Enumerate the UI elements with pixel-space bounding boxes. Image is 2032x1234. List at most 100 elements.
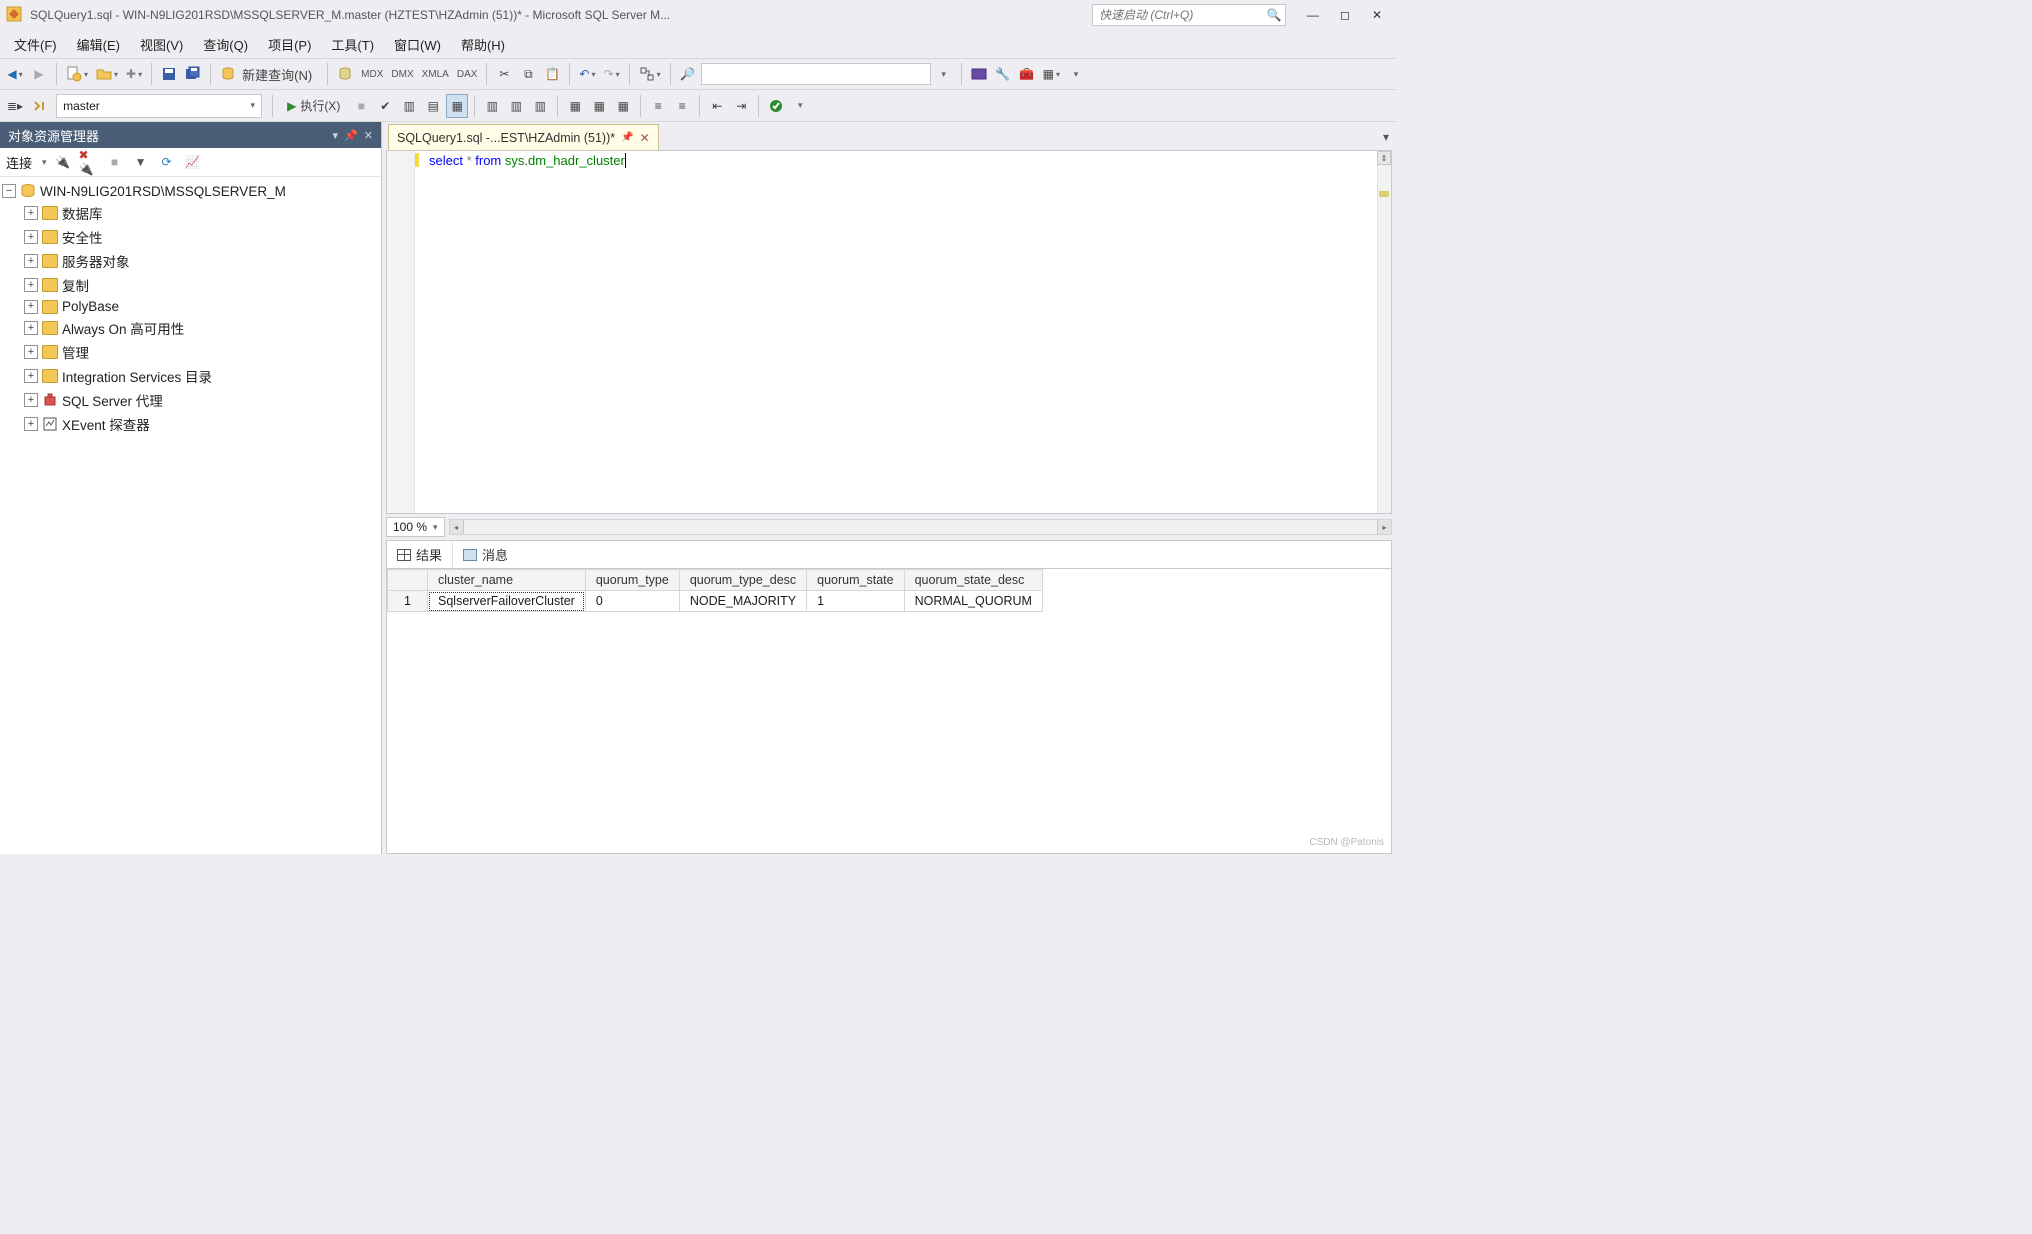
add-button[interactable]: ✚ [123, 62, 145, 86]
activity-icon[interactable]: 📈 [183, 152, 203, 172]
comment-button[interactable]: ≡ [647, 94, 669, 118]
minimize-button[interactable]: — [1300, 2, 1326, 28]
disconnect-icon[interactable]: ✖🔌 [79, 152, 99, 172]
menu-view[interactable]: 视图(V) [130, 31, 193, 58]
connect-icon[interactable]: 🔌 [53, 152, 73, 172]
indent-button[interactable]: ⇤ [706, 94, 728, 118]
activity-monitor-button[interactable] [968, 62, 990, 86]
maximize-button[interactable]: ◻ [1332, 2, 1358, 28]
diagram-button[interactable] [636, 62, 664, 86]
results-tab[interactable]: 结果 [387, 541, 453, 568]
stats-button-2[interactable]: ▥ [505, 94, 527, 118]
stats-button-3[interactable]: ▥ [529, 94, 551, 118]
connect-label[interactable]: 连接 [6, 153, 36, 172]
scroll-right-icon[interactable]: ▸ [1377, 520, 1391, 534]
column-header[interactable]: quorum_state_desc [904, 570, 1042, 591]
menu-help[interactable]: 帮助(H) [451, 31, 515, 58]
results-grid-wrap[interactable]: cluster_name quorum_type quorum_type_des… [386, 568, 1392, 854]
expand-icon[interactable]: + [24, 254, 38, 268]
results-text-button[interactable]: ▦ [588, 94, 610, 118]
window-layout-button[interactable]: ▦ [1040, 62, 1063, 86]
dropdown-icon[interactable]: ▾ [333, 129, 339, 142]
refresh-icon[interactable]: ⟳ [157, 152, 177, 172]
new-query-button[interactable]: 新建查询(N) [217, 62, 321, 86]
close-icon[interactable]: ✕ [640, 131, 650, 145]
menu-edit[interactable]: 编辑(E) [67, 31, 130, 58]
tree-security[interactable]: +安全性 [2, 225, 379, 249]
sql-editor[interactable]: select * from sys.dm_hadr_cluster ⇕ [386, 150, 1392, 514]
cell[interactable]: SqlserverFailoverCluster [428, 591, 586, 612]
table-row[interactable]: 1 SqlserverFailoverCluster 0 NODE_MAJORI… [388, 591, 1043, 612]
scroll-left-icon[interactable]: ◂ [450, 520, 464, 534]
menu-window[interactable]: 窗口(W) [384, 31, 451, 58]
menu-file[interactable]: 文件(F) [4, 31, 67, 58]
zoom-combo[interactable]: 100 %▾ [386, 517, 445, 537]
toolbox-button[interactable]: 🧰 [1016, 62, 1038, 86]
plan-button-1[interactable]: ▥ [398, 94, 420, 118]
expand-icon[interactable]: + [24, 417, 38, 431]
parse-button[interactable]: ✔ [374, 94, 396, 118]
horizontal-scrollbar[interactable]: ◂▸ [449, 519, 1392, 535]
close-icon[interactable]: ✕ [364, 129, 373, 142]
copy-button[interactable]: ⧉ [517, 62, 539, 86]
menu-tools[interactable]: 工具(T) [321, 31, 384, 58]
nav-forward-button[interactable]: ▶ [28, 62, 50, 86]
toolbar-search-input[interactable] [702, 67, 930, 81]
editor-code[interactable]: select * from sys.dm_hadr_cluster [415, 151, 1391, 513]
cut-button[interactable]: ✂ [493, 62, 515, 86]
plan-button-2[interactable]: ▤ [422, 94, 444, 118]
collapse-icon[interactable]: − [2, 184, 16, 198]
tree-server-objects[interactable]: +服务器对象 [2, 249, 379, 273]
wrench-button[interactable]: 🔧 [992, 62, 1014, 86]
stats-button-1[interactable]: ▥ [481, 94, 503, 118]
script-button-1[interactable] [334, 62, 356, 86]
menu-query[interactable]: 查询(Q) [193, 31, 258, 58]
document-tab[interactable]: SQLQuery1.sql -...EST\HZAdmin (51))* 📌 ✕ [388, 124, 659, 150]
cell[interactable]: 1 [807, 591, 904, 612]
plan-button-3[interactable]: ▦ [446, 94, 468, 118]
tree-management[interactable]: +管理 [2, 340, 379, 364]
expand-icon[interactable]: + [24, 230, 38, 244]
execute-button[interactable]: ▶ 执行(X) [279, 94, 348, 118]
toolbar-search-box[interactable] [701, 63, 931, 85]
tree-databases[interactable]: +数据库 [2, 201, 379, 225]
save-all-button[interactable] [182, 62, 204, 86]
tree-replication[interactable]: +复制 [2, 273, 379, 297]
dax-button[interactable]: DAX [454, 62, 481, 86]
open-button[interactable] [93, 62, 121, 86]
tree-agent[interactable]: +SQL Server 代理 [2, 388, 379, 412]
stop-button[interactable]: ■ [350, 94, 372, 118]
nav-back-button[interactable]: ◀ [4, 62, 26, 86]
cell[interactable]: NORMAL_QUORUM [904, 591, 1042, 612]
object-explorer-tree[interactable]: − WIN-N9LIG201RSD\MSSQLSERVER_M +数据库 +安全… [0, 177, 381, 854]
expand-icon[interactable]: + [24, 278, 38, 292]
paste-button[interactable]: 📋 [541, 62, 563, 86]
search-icon[interactable]: 🔍 [1263, 8, 1285, 22]
filter-icon[interactable]: ▼ [131, 152, 151, 172]
expand-icon[interactable]: + [24, 369, 38, 383]
search-dd-button[interactable]: ▾ [933, 62, 955, 86]
close-button[interactable]: ✕ [1364, 2, 1390, 28]
param-button[interactable] [28, 94, 50, 118]
pin-icon[interactable]: 📌 [344, 129, 358, 142]
expand-icon[interactable]: + [24, 393, 38, 407]
undo-button[interactable]: ↶ [576, 62, 598, 86]
new-item-button[interactable] [63, 62, 91, 86]
column-header[interactable]: quorum_state [807, 570, 904, 591]
editor-scrollbar[interactable] [1377, 151, 1391, 513]
tree-xevent[interactable]: +XEvent 探查器 [2, 412, 379, 436]
expand-icon[interactable]: + [24, 345, 38, 359]
expand-icon[interactable]: + [24, 321, 38, 335]
results-file-button[interactable]: ▦ [612, 94, 634, 118]
tree-polybase[interactable]: +PolyBase [2, 297, 379, 316]
results-grid-button[interactable]: ▦ [564, 94, 586, 118]
save-button[interactable] [158, 62, 180, 86]
find-button[interactable]: 🔎 [677, 62, 699, 86]
results-grid[interactable]: cluster_name quorum_type quorum_type_des… [387, 569, 1043, 612]
database-combo[interactable]: master ▾ [56, 94, 262, 118]
overflow-button[interactable]: ▾ [1065, 62, 1087, 86]
overflow-button-2[interactable]: ▾ [789, 94, 811, 118]
quick-launch-input[interactable] [1093, 8, 1263, 22]
column-header[interactable]: quorum_type_desc [679, 570, 806, 591]
mdx-button[interactable]: MDX [358, 62, 386, 86]
